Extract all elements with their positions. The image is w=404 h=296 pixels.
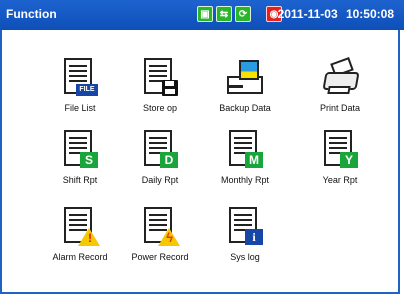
menu-item-label: File List [64, 103, 96, 113]
year-rpt-icon: Y [318, 128, 362, 172]
menu-item-label: Alarm Record [52, 252, 108, 262]
status-icons: ▣ ⇆ ⟳ ◉ [197, 6, 282, 23]
usb-green-icon: ▣ [197, 6, 213, 22]
menu-item-label: Backup Data [219, 103, 271, 113]
clock: 2011-11-03 10:50:08 [277, 7, 394, 21]
sys-log-icon: i [223, 205, 267, 249]
menu-item-print-data[interactable]: Print Data [295, 56, 385, 113]
menu-item-sys-log[interactable]: i Sys log [200, 205, 290, 262]
backup-data-icon [223, 56, 267, 100]
print-data-icon [318, 56, 362, 100]
menu-item-alarm-record[interactable]: ! Alarm Record [35, 205, 125, 262]
menu-item-label: Power Record [131, 252, 189, 262]
screen-title: Function [6, 7, 57, 21]
title-bar: Function ▣ ⇆ ⟳ ◉ 2011-11-03 10:50:08 [0, 0, 404, 30]
menu-item-label: Year Rpt [322, 175, 358, 185]
menu-item-label: Monthly Rpt [220, 175, 270, 185]
menu-item-store-op[interactable]: Store op [115, 56, 205, 113]
menu-item-shift-rpt[interactable]: S Shift Rpt [35, 128, 125, 185]
menu-item-label: Daily Rpt [141, 175, 179, 185]
usb-connect-icon: ⇆ [216, 6, 232, 22]
menu-item-power-record[interactable]: ϟ Power Record [115, 205, 205, 262]
menu-item-backup-data[interactable]: Backup Data [200, 56, 290, 113]
menu-item-daily-rpt[interactable]: D Daily Rpt [115, 128, 205, 185]
shift-rpt-icon: S [58, 128, 102, 172]
menu-item-label: Print Data [319, 103, 361, 113]
monthly-rpt-icon: M [223, 128, 267, 172]
daily-rpt-icon: D [138, 128, 182, 172]
menu-item-year-rpt[interactable]: Y Year Rpt [295, 128, 385, 185]
menu-item-label: Shift Rpt [62, 175, 98, 185]
sync-icon: ⟳ [235, 6, 251, 22]
power-record-icon: ϟ [138, 205, 182, 249]
store-op-icon [138, 56, 182, 100]
function-menu: FILE File List Store op Backup Data Prin… [0, 30, 404, 296]
alarm-record-icon: ! [58, 205, 102, 249]
menu-item-label: Store op [142, 103, 178, 113]
menu-item-file-list[interactable]: FILE File List [35, 56, 125, 113]
menu-item-label: Sys log [230, 252, 260, 262]
menu-item-monthly-rpt[interactable]: M Monthly Rpt [200, 128, 290, 185]
file-list-icon: FILE [58, 56, 102, 100]
